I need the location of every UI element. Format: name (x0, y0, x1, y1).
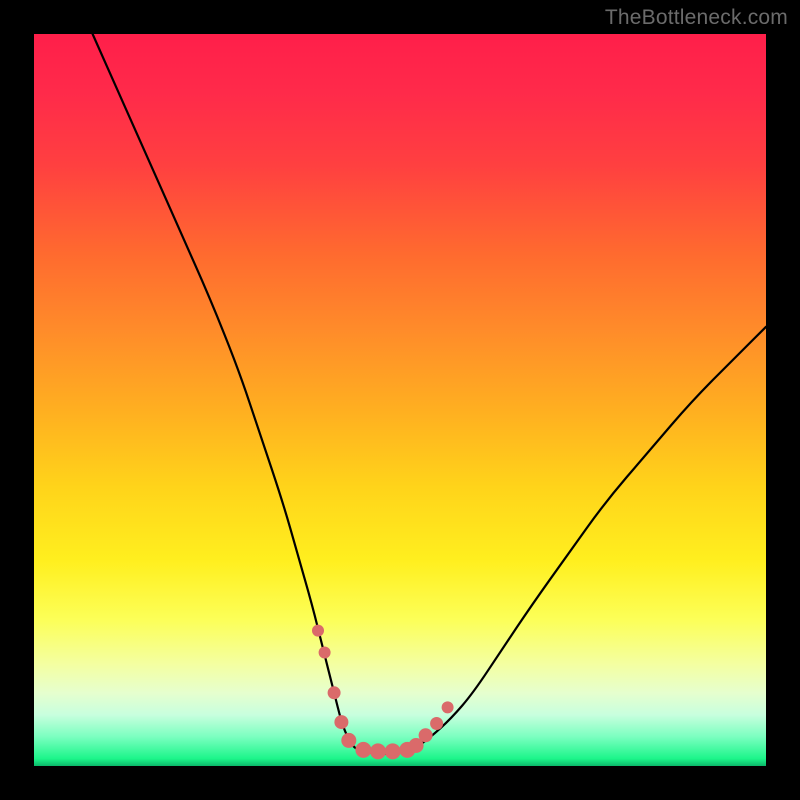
marker-point (341, 733, 356, 748)
marker-point (355, 742, 371, 758)
chart-svg (34, 34, 766, 766)
marker-point (312, 625, 324, 637)
marker-point (319, 647, 331, 659)
marker-point (370, 743, 386, 759)
marker-point (328, 686, 341, 699)
highlight-markers (312, 625, 454, 760)
plot-area (34, 34, 766, 766)
watermark-text: TheBottleneck.com (605, 6, 788, 30)
chart-container: TheBottleneck.com (0, 0, 800, 800)
marker-point (430, 717, 443, 730)
marker-point (419, 728, 433, 742)
marker-point (442, 701, 454, 713)
marker-point (385, 743, 401, 759)
marker-point (334, 715, 348, 729)
bottleneck-curve (93, 34, 766, 754)
